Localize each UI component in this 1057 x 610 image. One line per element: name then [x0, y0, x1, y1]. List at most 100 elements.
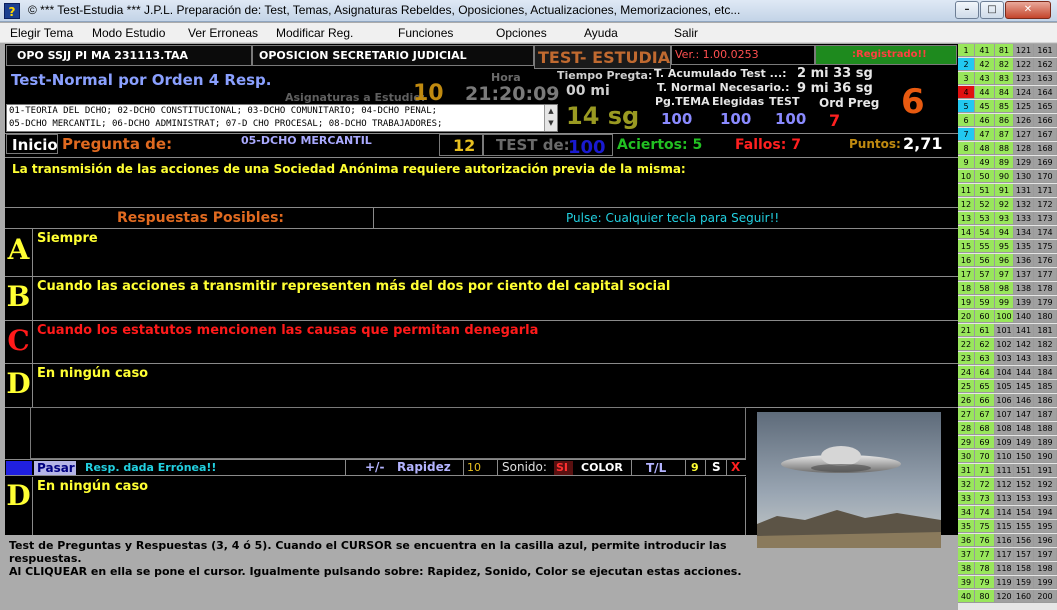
- grid-cell[interactable]: 182: [1034, 338, 1057, 351]
- grid-cell[interactable]: 29: [958, 436, 975, 449]
- grid-cell[interactable]: 89: [995, 156, 1014, 169]
- grid-cell[interactable]: 40: [958, 590, 975, 603]
- grid-cell[interactable]: 94: [995, 226, 1014, 239]
- grid-cell[interactable]: 46: [975, 114, 995, 127]
- grid-cell[interactable]: 3: [958, 72, 975, 85]
- grid-cell[interactable]: 20: [958, 310, 975, 323]
- grid-cell[interactable]: 34: [958, 506, 975, 519]
- grid-cell[interactable]: 193: [1034, 492, 1057, 505]
- grid-cell[interactable]: 196: [1034, 534, 1057, 547]
- grid-cell[interactable]: 125: [1014, 100, 1034, 113]
- option-a[interactable]: A Siempre: [5, 229, 958, 276]
- grid-cell[interactable]: 55: [975, 240, 995, 253]
- menu-opciones[interactable]: Opciones: [496, 26, 547, 40]
- grid-cell[interactable]: 106: [995, 394, 1014, 407]
- grid-cell[interactable]: 38: [958, 562, 975, 575]
- color-button[interactable]: COLOR: [581, 461, 623, 474]
- grid-cell[interactable]: 129: [1014, 156, 1034, 169]
- grid-cell[interactable]: 90: [995, 170, 1014, 183]
- grid-cell[interactable]: 54: [975, 226, 995, 239]
- grid-cell[interactable]: 16: [958, 254, 975, 267]
- grid-cell[interactable]: 141: [1014, 324, 1034, 337]
- grid-cell[interactable]: 136: [1014, 254, 1034, 267]
- grid-cell[interactable]: 81: [995, 44, 1014, 57]
- grid-cell[interactable]: 118: [995, 562, 1014, 575]
- inicio-button[interactable]: Inicio: [6, 134, 58, 154]
- grid-cell[interactable]: 102: [995, 338, 1014, 351]
- grid-cell[interactable]: 27: [958, 408, 975, 421]
- menu-funciones[interactable]: Funciones: [398, 26, 453, 40]
- grid-cell[interactable]: 60: [975, 310, 995, 323]
- grid-cell[interactable]: 126: [1014, 114, 1034, 127]
- grid-cell[interactable]: 35: [958, 520, 975, 533]
- grid-cell[interactable]: 10: [958, 170, 975, 183]
- grid-cell[interactable]: 87: [995, 128, 1014, 141]
- menu-modo-estudio[interactable]: Modo Estudio: [92, 26, 165, 40]
- scroll-down-icon[interactable]: ▼: [545, 117, 557, 129]
- grid-cell[interactable]: 22: [958, 338, 975, 351]
- grid-cell[interactable]: 131: [1014, 184, 1034, 197]
- menu-elegir-tema[interactable]: Elegir Tema: [10, 26, 73, 40]
- grid-cell[interactable]: 30: [958, 450, 975, 463]
- grid-cell[interactable]: 109: [995, 436, 1014, 449]
- grid-cell[interactable]: 70: [975, 450, 995, 463]
- grid-cell[interactable]: 96: [995, 254, 1014, 267]
- grid-cell[interactable]: 134: [1014, 226, 1034, 239]
- grid-cell[interactable]: 98: [995, 282, 1014, 295]
- grid-cell[interactable]: 167: [1034, 128, 1057, 141]
- grid-cell[interactable]: 6: [958, 114, 975, 127]
- grid-cell[interactable]: 115: [995, 520, 1014, 533]
- grid-cell[interactable]: 63: [975, 352, 995, 365]
- grid-cell[interactable]: 122: [1014, 58, 1034, 71]
- grid-cell[interactable]: 151: [1014, 464, 1034, 477]
- grid-cell[interactable]: 143: [1014, 352, 1034, 365]
- grid-cell[interactable]: 113: [995, 492, 1014, 505]
- grid-cell[interactable]: 171: [1034, 184, 1057, 197]
- grid-cell[interactable]: 166: [1034, 114, 1057, 127]
- grid-cell[interactable]: 23: [958, 352, 975, 365]
- grid-cell[interactable]: 127: [1014, 128, 1034, 141]
- grid-cell[interactable]: 103: [995, 352, 1014, 365]
- grid-cell[interactable]: 75: [975, 520, 995, 533]
- grid-cell[interactable]: 123: [1014, 72, 1034, 85]
- sonido-toggle[interactable]: SI: [554, 461, 573, 475]
- grid-cell[interactable]: 1: [958, 44, 975, 57]
- grid-cell[interactable]: 173: [1034, 212, 1057, 225]
- grid-cell[interactable]: 142: [1014, 338, 1034, 351]
- grid-cell[interactable]: 7: [958, 128, 975, 141]
- scroll-up-icon[interactable]: ▲: [545, 105, 557, 117]
- grid-cell[interactable]: 95: [995, 240, 1014, 253]
- grid-cell[interactable]: 91: [995, 184, 1014, 197]
- grid-cell[interactable]: 194: [1034, 506, 1057, 519]
- grid-cell[interactable]: 147: [1014, 408, 1034, 421]
- grid-cell[interactable]: 181: [1034, 324, 1057, 337]
- grid-cell[interactable]: 49: [975, 156, 995, 169]
- grid-cell[interactable]: 186: [1034, 394, 1057, 407]
- grid-cell[interactable]: 170: [1034, 170, 1057, 183]
- grid-cell[interactable]: 42: [975, 58, 995, 71]
- grid-cell[interactable]: 99: [995, 296, 1014, 309]
- grid-cell[interactable]: 116: [995, 534, 1014, 547]
- grid-cell[interactable]: 92: [995, 198, 1014, 211]
- grid-cell[interactable]: 145: [1014, 380, 1034, 393]
- grid-cell[interactable]: 57: [975, 268, 995, 281]
- grid-cell[interactable]: 185: [1034, 380, 1057, 393]
- grid-cell[interactable]: 192: [1034, 478, 1057, 491]
- grid-cell[interactable]: 67: [975, 408, 995, 421]
- grid-cell[interactable]: 135: [1014, 240, 1034, 253]
- answer-input-cell[interactable]: [6, 461, 32, 475]
- grid-cell[interactable]: 144: [1014, 366, 1034, 379]
- grid-cell[interactable]: 25: [958, 380, 975, 393]
- grid-cell[interactable]: 111: [995, 464, 1014, 477]
- grid-cell[interactable]: 104: [995, 366, 1014, 379]
- minimize-icon[interactable]: –: [955, 1, 979, 19]
- grid-cell[interactable]: 37: [958, 548, 975, 561]
- grid-cell[interactable]: 52: [975, 198, 995, 211]
- grid-cell[interactable]: 200: [1034, 590, 1057, 603]
- grid-cell[interactable]: 86: [995, 114, 1014, 127]
- grid-cell[interactable]: 64: [975, 366, 995, 379]
- grid-cell[interactable]: 45: [975, 100, 995, 113]
- grid-cell[interactable]: 139: [1014, 296, 1034, 309]
- grid-cell[interactable]: 84: [995, 86, 1014, 99]
- grid-cell[interactable]: 53: [975, 212, 995, 225]
